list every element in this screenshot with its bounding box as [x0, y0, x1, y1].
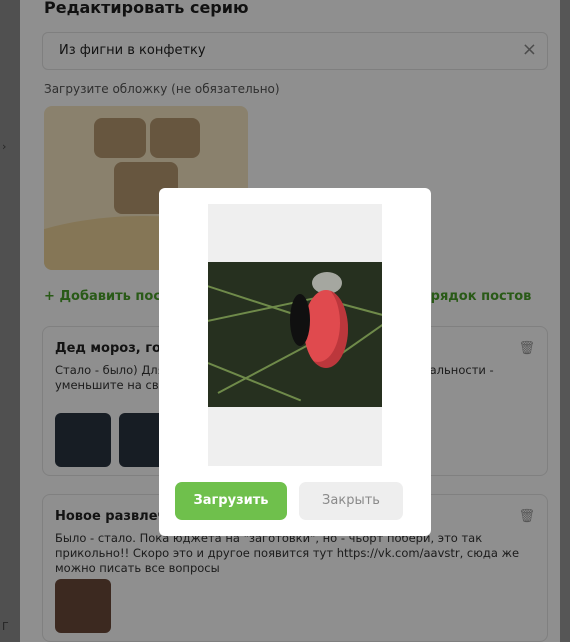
- close-button[interactable]: Закрыть: [299, 482, 403, 520]
- cover-crop-modal: Загрузить Закрыть: [159, 188, 431, 536]
- photo-detail: [304, 290, 348, 368]
- crop-area[interactable]: [208, 204, 382, 466]
- photo-detail: [290, 294, 310, 346]
- uploaded-photo[interactable]: [208, 262, 382, 407]
- upload-button[interactable]: Загрузить: [175, 482, 287, 520]
